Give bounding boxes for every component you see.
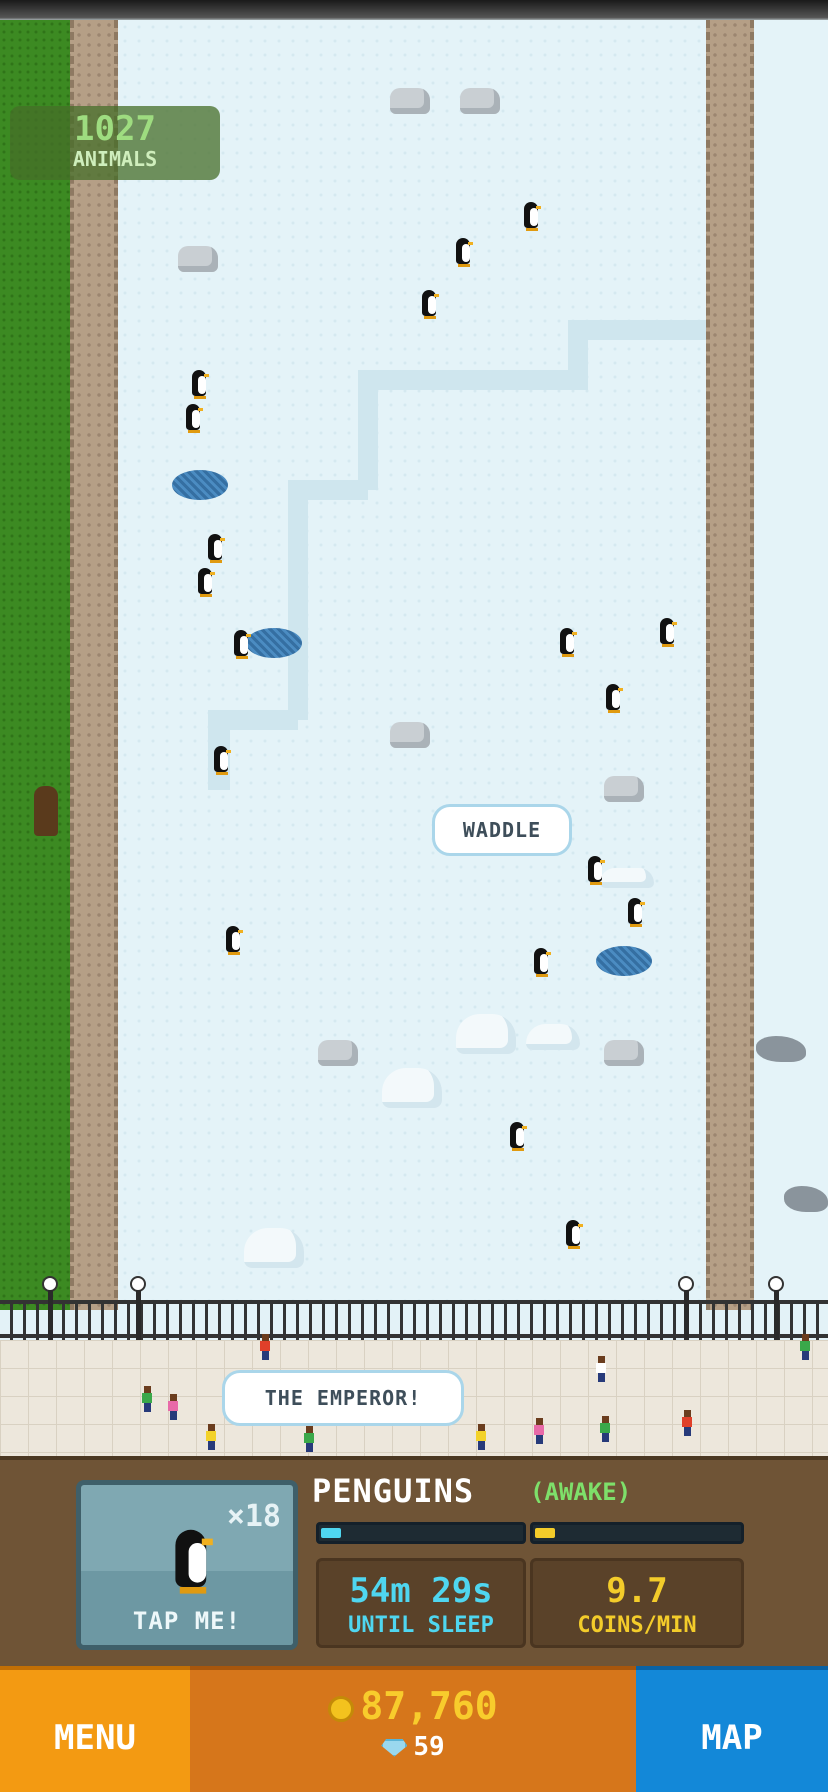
sleep-timer-box: 54m 29s UNTIL SLEEP bbox=[316, 1558, 526, 1648]
ice-block bbox=[526, 1024, 580, 1050]
animal-counter: 1027 ANIMALS bbox=[10, 106, 220, 180]
map-label: MAP bbox=[701, 1718, 763, 1758]
currency-panel[interactable]: 87,760 59 bbox=[190, 1666, 636, 1792]
gem-icon bbox=[381, 1738, 408, 1757]
rock bbox=[390, 722, 430, 748]
waddle-bubble: WADDLE bbox=[432, 804, 572, 856]
snow-trail bbox=[288, 480, 368, 500]
water-pool bbox=[596, 946, 652, 976]
visitor bbox=[800, 1334, 810, 1360]
visitor bbox=[682, 1410, 692, 1436]
snow-trail bbox=[568, 320, 708, 340]
penguin-sprite[interactable] bbox=[454, 234, 473, 268]
visitor bbox=[600, 1416, 610, 1442]
penguin-sprite[interactable] bbox=[532, 944, 551, 978]
animal-count-label: ANIMALS bbox=[72, 147, 158, 171]
snow-trail bbox=[358, 370, 568, 390]
rock bbox=[604, 1040, 644, 1066]
coins-progress-bar bbox=[530, 1522, 744, 1544]
snow-trail bbox=[288, 490, 308, 720]
water-pool bbox=[172, 470, 228, 500]
penguin-sprite[interactable] bbox=[206, 530, 225, 564]
penguin-sprite[interactable] bbox=[626, 894, 645, 928]
menu-button[interactable]: MENU bbox=[0, 1666, 190, 1792]
coin-rate-value: 9.7 bbox=[606, 1571, 668, 1611]
sleep-progress-fill bbox=[321, 1528, 341, 1538]
monkey-sprite[interactable] bbox=[34, 786, 58, 836]
coins-progress-fill bbox=[535, 1528, 555, 1538]
fence-rail bbox=[0, 1334, 828, 1338]
species-name: PENGUINS bbox=[312, 1472, 475, 1510]
snow-trail bbox=[358, 380, 378, 490]
ice-block bbox=[382, 1068, 442, 1108]
visitor bbox=[304, 1426, 314, 1452]
grass-area bbox=[0, 20, 72, 1310]
coin-icon bbox=[328, 1695, 355, 1722]
penguin-sprite[interactable] bbox=[586, 852, 605, 886]
penguin-sprite[interactable] bbox=[212, 742, 231, 776]
animal-count-value: 1027 bbox=[74, 109, 156, 149]
rock bbox=[604, 776, 644, 802]
map-button[interactable]: MAP bbox=[636, 1666, 828, 1792]
visitor bbox=[534, 1418, 544, 1444]
neighbor-enclosure[interactable] bbox=[754, 20, 828, 1310]
penguin-icon bbox=[171, 1521, 213, 1596]
penguin-sprite[interactable] bbox=[508, 1118, 527, 1152]
sleep-timer-label: UNTIL SLEEP bbox=[348, 1613, 494, 1638]
coin-rate-label: COINS/MIN bbox=[577, 1613, 697, 1638]
visitor bbox=[260, 1334, 270, 1360]
visitor bbox=[476, 1424, 486, 1450]
sleep-timer-value: 54m 29s bbox=[349, 1571, 493, 1611]
ice-block bbox=[244, 1228, 304, 1268]
penguin-sprite[interactable] bbox=[190, 366, 209, 400]
visitor bbox=[168, 1394, 178, 1420]
penguin-sprite[interactable] bbox=[196, 564, 215, 598]
penguin-sprite[interactable] bbox=[224, 922, 243, 956]
penguin-sprite[interactable] bbox=[558, 624, 577, 658]
fence-rail bbox=[0, 1300, 828, 1304]
visitor bbox=[142, 1386, 152, 1412]
visitor bbox=[206, 1424, 216, 1450]
gem-balance-value: 59 bbox=[413, 1732, 445, 1762]
zoo-scene[interactable]: 1027 ANIMALS WADDLE THE EMPEROR! bbox=[0, 0, 828, 1456]
snow-trail bbox=[208, 710, 298, 730]
enclosure-wall-left bbox=[70, 20, 118, 1310]
menu-label: MENU bbox=[54, 1718, 136, 1758]
ice-block bbox=[456, 1014, 516, 1054]
penguin-sprite[interactable] bbox=[232, 626, 251, 660]
rock bbox=[460, 88, 500, 114]
ice-block bbox=[600, 868, 654, 888]
penguin-enclosure[interactable] bbox=[118, 20, 708, 1310]
rock bbox=[318, 1040, 358, 1066]
coin-balance: 87,760 bbox=[190, 1684, 636, 1728]
visitor bbox=[596, 1356, 606, 1382]
penguin-sprite[interactable] bbox=[522, 198, 541, 232]
penguin-sprite[interactable] bbox=[604, 680, 623, 714]
coin-rate-box: 9.7 COINS/MIN bbox=[530, 1558, 744, 1648]
tap-me-label: TAP ME! bbox=[132, 1607, 242, 1635]
penguin-sprite[interactable] bbox=[420, 286, 439, 320]
water-pool bbox=[246, 628, 302, 658]
rock bbox=[390, 88, 430, 114]
penguin-sprite[interactable] bbox=[564, 1216, 583, 1250]
rock bbox=[178, 246, 218, 272]
top-shadow bbox=[0, 0, 828, 22]
tap-me-card[interactable]: ×18 TAP ME! bbox=[76, 1480, 298, 1650]
species-status: (AWAKE) bbox=[530, 1478, 632, 1506]
enclosure-wall-right bbox=[706, 20, 754, 1310]
animal-multiplier: ×18 bbox=[226, 1499, 281, 1534]
emperor-bubble: THE EMPEROR! bbox=[222, 1370, 464, 1426]
coin-balance-value: 87,760 bbox=[360, 1684, 498, 1728]
penguin-sprite[interactable] bbox=[658, 614, 677, 648]
gem-balance: 59 bbox=[190, 1732, 636, 1762]
sleep-progress-bar bbox=[316, 1522, 526, 1544]
penguin-sprite[interactable] bbox=[184, 400, 203, 434]
